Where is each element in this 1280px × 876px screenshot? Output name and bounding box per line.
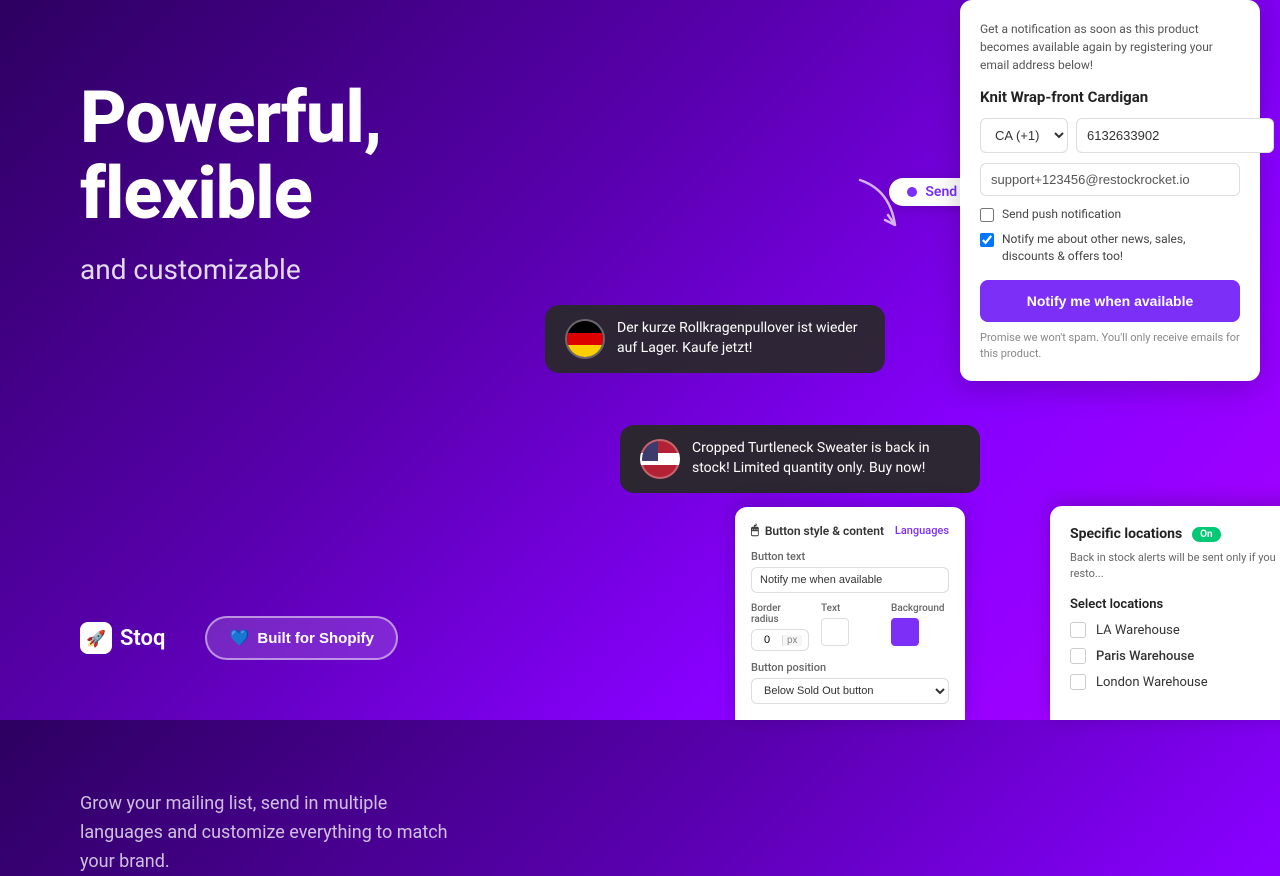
country-select[interactable]: CA (+1) [980, 118, 1068, 153]
text-color-swatch[interactable] [821, 618, 849, 646]
shopify-label: Built for Shopify [257, 630, 374, 647]
english-bubble-text: Cropped Turtleneck Sweater is back in st… [692, 439, 960, 478]
button-text-input[interactable] [751, 567, 949, 593]
bottom-bar: 🚀 Stoq 💙 Built for Shopify [80, 616, 398, 660]
text-color-col: Text [821, 603, 879, 651]
description-text: Grow your mailing list, send in multiple… [80, 790, 460, 876]
px-unit: px [782, 635, 802, 646]
paris-name: Paris Warehouse [1096, 649, 1194, 664]
stoq-logo: 🚀 Stoq [80, 622, 165, 654]
london-checkbox[interactable] [1070, 674, 1086, 690]
button-style-card: 🖱 Button style & content Languages Butto… [735, 507, 965, 720]
style-row: Border radius px Text Background [751, 603, 949, 651]
headline-line1: Powerful, [80, 75, 381, 160]
location-la: LA Warehouse [1070, 622, 1280, 638]
form-intro: Get a notification as soon as this produ… [980, 20, 1240, 74]
locations-title: Specific locations [1070, 526, 1182, 542]
background-label: Background [891, 603, 949, 614]
stoq-icon: 🚀 [80, 622, 112, 654]
news-checkbox[interactable] [980, 233, 994, 247]
card-title-text: Button style & content [765, 524, 884, 538]
paris-checkbox[interactable] [1070, 648, 1086, 664]
london-name: London Warehouse [1096, 675, 1208, 690]
news-notification-row: Notify me about other news, sales, disco… [980, 231, 1240, 265]
locations-card: Specific locations On Back in stock aler… [1050, 506, 1280, 720]
hero-section: Powerful, flexible and customizable [80, 80, 560, 291]
phone-row: CA (+1) [980, 118, 1240, 153]
button-text-label: Button text [751, 550, 949, 563]
notify-btn-label: Notify me when available [1027, 293, 1194, 309]
la-name: LA Warehouse [1096, 623, 1180, 638]
languages-link[interactable]: Languages [895, 524, 949, 537]
position-label: Button position [751, 661, 949, 674]
border-radius-col: Border radius px [751, 603, 809, 651]
brand-name: Stoq [120, 626, 165, 651]
border-radius-input-group: px [751, 629, 809, 651]
cursor-icon: 🖱 [751, 523, 759, 538]
phone-input[interactable] [1076, 118, 1274, 153]
locations-description: Back in stock alerts will be sent only i… [1070, 550, 1280, 581]
spam-note: Promise we won't spam. You'll only recei… [980, 330, 1240, 361]
border-radius-input[interactable] [752, 630, 782, 650]
heart-icon: 💙 [229, 628, 249, 648]
background-color-swatch[interactable] [891, 618, 919, 646]
on-badge: On [1192, 527, 1221, 542]
card-title: 🖱 Button style & content [751, 523, 884, 538]
location-london: London Warehouse [1070, 674, 1280, 690]
border-radius-label: Border radius [751, 603, 809, 625]
notify-button[interactable]: Notify me when available [980, 280, 1240, 322]
german-flag-icon [565, 319, 605, 359]
main-headline: Powerful, flexible [80, 80, 560, 231]
location-paris: Paris Warehouse [1070, 648, 1280, 664]
email-input[interactable] [980, 163, 1240, 196]
push-checkbox[interactable] [980, 208, 994, 222]
background-col: Background [891, 603, 949, 651]
text-color-label: Text [821, 603, 879, 614]
product-name: Knit Wrap-front Cardigan [980, 88, 1240, 106]
notification-form: Get a notification as soon as this produ… [960, 0, 1260, 381]
locations-header: Specific locations On [1070, 526, 1280, 542]
la-checkbox[interactable] [1070, 622, 1086, 638]
shopify-button[interactable]: 💙 Built for Shopify [205, 616, 398, 660]
card-header: 🖱 Button style & content Languages [751, 523, 949, 538]
position-select[interactable]: Below Sold Out button [751, 678, 949, 704]
push-notification-row: Send push notification [980, 206, 1240, 223]
english-notification-bubble: Cropped Turtleneck Sweater is back in st… [620, 425, 980, 493]
german-bubble-text: Der kurze Rollkragenpullover ist wieder … [617, 319, 865, 358]
select-locations-label: Select locations [1070, 597, 1280, 612]
push-label: Send push notification [1002, 206, 1121, 223]
german-notification-bubble: Der kurze Rollkragenpullover ist wieder … [545, 305, 885, 373]
headline-line2: flexible [80, 151, 312, 236]
news-label: Notify me about other news, sales, disco… [1002, 231, 1240, 265]
us-flag-icon [640, 439, 680, 479]
arrow-decoration [850, 170, 910, 244]
sub-headline: and customizable [80, 249, 560, 291]
